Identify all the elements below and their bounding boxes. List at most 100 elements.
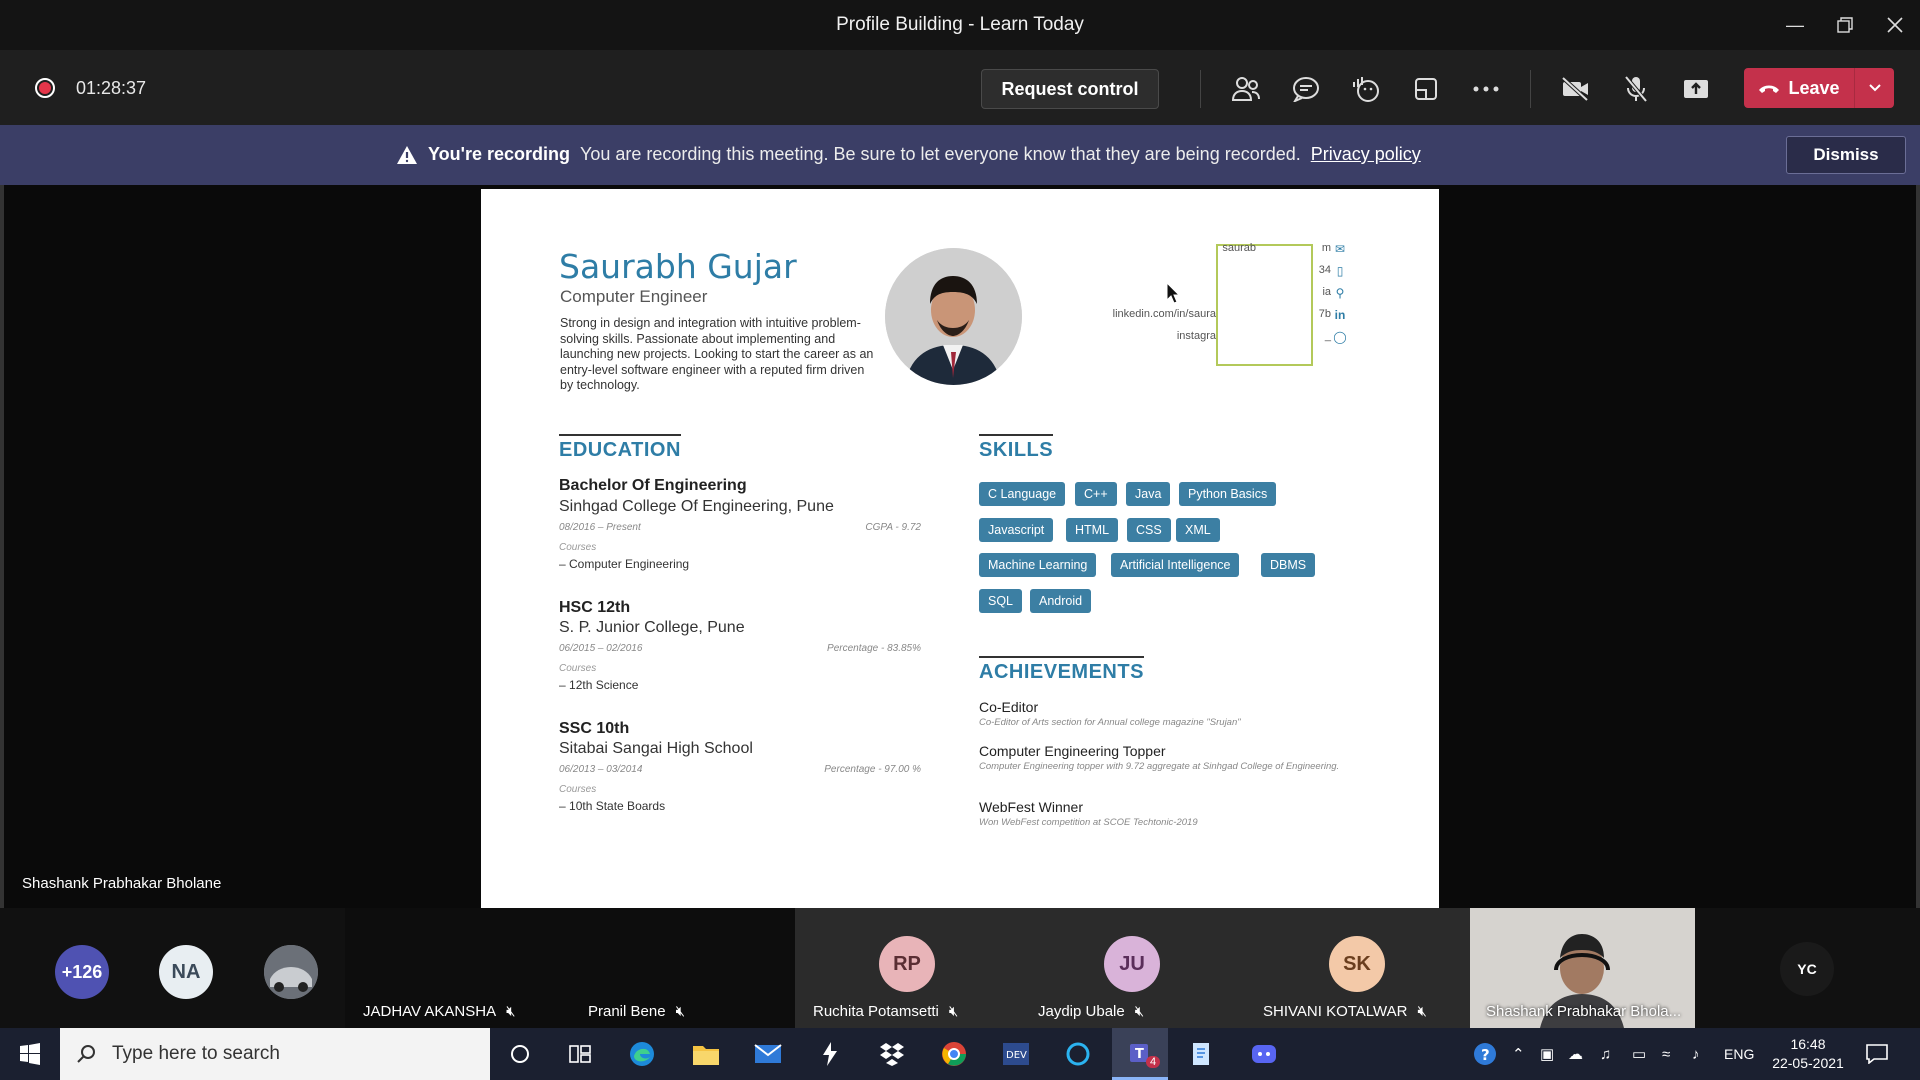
chevron-down-icon[interactable] — [1854, 68, 1894, 108]
dev-app-icon[interactable]: DEV — [998, 1036, 1034, 1072]
search-icon — [77, 1045, 95, 1063]
avatar: JU — [1104, 936, 1160, 992]
courses-label: Courses — [559, 784, 597, 795]
chat-icon[interactable] — [1286, 69, 1326, 109]
search-placeholder: Type here to search — [112, 1043, 280, 1064]
microphone-icon[interactable]: ♫ — [1600, 1028, 1611, 1080]
app-icon[interactable] — [812, 1036, 848, 1072]
notification-badge: 4 — [1146, 1056, 1161, 1068]
task-view-icon[interactable] — [562, 1036, 598, 1072]
education-dates: 06/2015 – 02/2016 — [559, 643, 643, 654]
participant-name: Pranil Bene 🔇︎ — [588, 1003, 686, 1020]
education-dates: 06/2013 – 03/2014 — [559, 764, 643, 775]
mic-off-icon: 🔇︎ — [1417, 1003, 1427, 1020]
clock-time: 16:48 — [1790, 1036, 1826, 1052]
participant-tile[interactable]: SK SHIVANI KOTALWAR 🔇︎ — [1245, 908, 1470, 1028]
skill-tag: Javascript — [979, 518, 1054, 542]
achievement-title: Computer Engineering Topper — [979, 743, 1166, 759]
contact-email: saurab — [1222, 242, 1256, 254]
participants-strip: +126 NA JADHAV AKANSHA 🔇︎ Pranil Bene 🔇︎ R… — [0, 908, 1920, 1028]
edge-icon[interactable] — [624, 1036, 660, 1072]
resume-summary: Strong in design and integration with in… — [560, 316, 874, 392]
participant-tile[interactable]: JU Jaydip Ubale 🔇︎ — [1020, 908, 1245, 1028]
participant-tile[interactable]: Pranil Bene 🔇︎ — [570, 908, 795, 1028]
participant-name: SHIVANI KOTALWAR 🔇︎ — [1263, 1003, 1427, 1020]
windows-start-icon[interactable] — [12, 1036, 48, 1072]
chrome-icon[interactable] — [936, 1036, 972, 1072]
svg-text:T: T — [1135, 1047, 1144, 1062]
participant-name: JADHAV AKANSHA 🔇︎ — [363, 1003, 516, 1020]
svg-text:?: ? — [1481, 1046, 1490, 1064]
mouse-cursor-icon — [1166, 282, 1180, 304]
education-degree: SSC 10th — [559, 720, 630, 737]
meet-now-icon[interactable]: ▣ — [1540, 1028, 1554, 1080]
contact-location: ia — [1322, 286, 1331, 298]
privacy-policy-link[interactable]: Privacy policy — [1311, 144, 1421, 165]
divider — [1530, 70, 1531, 108]
skill-tag: Python Basics — [1179, 482, 1277, 506]
restore-icon[interactable] — [1820, 0, 1870, 50]
mic-off-icon: 🔇︎ — [506, 1003, 516, 1020]
request-control-button[interactable]: Request control — [981, 69, 1159, 109]
mic-off-icon[interactable] — [1616, 69, 1656, 109]
file-explorer-icon[interactable] — [688, 1036, 724, 1072]
contact-linkedin: linkedin.com/in/saura — [1112, 308, 1216, 320]
window-title: Profile Building - Learn Today — [836, 14, 1084, 35]
education-score: Percentage - 83.85% — [827, 643, 921, 654]
more-options-icon[interactable] — [1466, 69, 1506, 109]
battery-icon[interactable]: ▭ — [1632, 1028, 1646, 1080]
participants-icon[interactable] — [1226, 69, 1266, 109]
wifi-icon[interactable]: ≈ — [1662, 1028, 1670, 1080]
close-icon[interactable] — [1870, 0, 1920, 50]
divider — [1200, 70, 1201, 108]
skill-tag: DBMS — [1261, 553, 1316, 577]
onedrive-icon[interactable]: ☁ — [1568, 1028, 1583, 1080]
teams-taskbar-icon[interactable]: T 4 — [1112, 1028, 1168, 1080]
avatar[interactable]: NA — [159, 945, 213, 999]
cortana-ring-icon[interactable] — [1060, 1036, 1096, 1072]
help-icon[interactable]: ? — [1472, 1028, 1498, 1080]
mic-off-icon: 🔇︎ — [948, 1003, 959, 1020]
skill-tag: CSS — [1127, 518, 1171, 542]
course-item: – 12th Science — [559, 678, 639, 692]
leave-button[interactable]: Leave — [1744, 68, 1894, 108]
camera-off-icon[interactable] — [1556, 69, 1596, 109]
dropbox-icon[interactable] — [874, 1036, 910, 1072]
participant-tile[interactable]: RP Ruchita Potamsetti 🔇︎ — [795, 908, 1020, 1028]
share-screen-icon[interactable] — [1676, 69, 1716, 109]
volume-icon[interactable]: ♪ — [1692, 1028, 1700, 1080]
participant-name: Jaydip Ubale 🔇︎ — [1038, 1003, 1145, 1020]
avatar: RP — [879, 936, 935, 992]
cortana-icon[interactable] — [502, 1036, 538, 1072]
notifications-icon[interactable] — [1866, 1028, 1888, 1080]
avatar[interactable] — [264, 945, 318, 999]
language-indicator[interactable]: ENG — [1724, 1028, 1754, 1080]
participant-tile[interactable]: JADHAV AKANSHA 🔇︎ — [345, 908, 570, 1028]
breakout-rooms-icon[interactable] — [1406, 69, 1446, 109]
clock[interactable]: 16:48 22-05-2021 — [1768, 1028, 1848, 1080]
chevron-up-icon[interactable]: ⌃ — [1512, 1028, 1525, 1080]
participant-video-tile[interactable]: Shashank Prabhakar Bhola... — [1470, 908, 1695, 1028]
contact-phone: 34 — [1318, 264, 1331, 276]
reactions-icon[interactable] — [1346, 69, 1386, 109]
skill-tag: C++ — [1075, 482, 1117, 506]
skill-tag: Android — [1030, 589, 1092, 613]
email-icon: ✉ — [1334, 242, 1346, 256]
education-degree: HSC 12th — [559, 599, 631, 616]
notepad-icon[interactable] — [1184, 1036, 1220, 1072]
contact-instagram-end: _ — [1324, 330, 1331, 342]
skill-tag: Java — [1126, 482, 1171, 506]
achievement-title: Co-Editor — [979, 699, 1039, 715]
taskbar-search-box[interactable]: Type here to search — [60, 1028, 490, 1080]
self-avatar[interactable]: YC — [1780, 942, 1834, 996]
education-dates: 08/2016 – Present — [559, 522, 641, 533]
dismiss-button[interactable]: Dismiss — [1786, 136, 1906, 174]
contact-email-end: m — [1321, 242, 1331, 254]
resume-role: Computer Engineer — [560, 287, 708, 306]
minimize-icon[interactable]: — — [1770, 0, 1820, 50]
course-item: – Computer Engineering — [559, 557, 690, 571]
mail-icon[interactable] — [750, 1036, 786, 1072]
discord-icon[interactable] — [1246, 1036, 1282, 1072]
mic-off-icon: 🔇︎ — [1134, 1003, 1145, 1020]
more-participants-badge[interactable]: +126 — [55, 945, 109, 999]
